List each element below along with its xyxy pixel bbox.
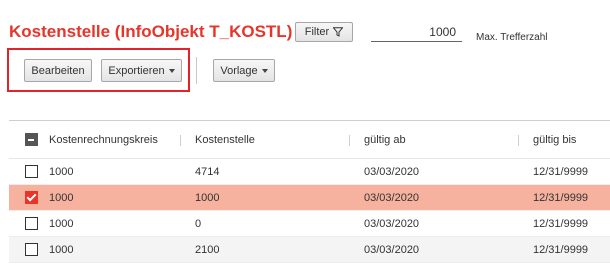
column-header[interactable]: Kostenstelle	[195, 121, 255, 158]
data-table: Kostenrechnungskreis Kostenstelle gültig…	[9, 120, 610, 263]
export-button-label: Exportieren	[108, 64, 165, 77]
toolbar-divider	[196, 57, 197, 84]
column-header[interactable]: gültig bis	[533, 121, 576, 158]
template-dropdown-button[interactable]: Vorlage	[213, 59, 275, 82]
table-cell: 12/31/9999	[533, 217, 589, 230]
edit-button-label: Bearbeiten	[31, 64, 85, 77]
table-cell: 03/03/2020	[364, 243, 420, 256]
table-cell: 1000	[49, 217, 74, 230]
table-cell: 1000	[49, 243, 74, 256]
export-dropdown-button[interactable]: Exportieren	[101, 59, 182, 82]
row-checkbox[interactable]	[25, 191, 38, 204]
template-button-label: Vorlage	[220, 64, 258, 77]
column-separator[interactable]	[180, 135, 181, 146]
table-row[interactable]: 1000 0 03/03/2020 12/31/9999	[9, 211, 610, 237]
page-title: Kostenstelle (InfoObjekt T_KOSTL)	[9, 22, 293, 41]
table-header: Kostenrechnungskreis Kostenstelle gültig…	[9, 120, 610, 159]
table-cell: 1000	[49, 165, 74, 178]
chevron-down-icon	[168, 69, 175, 73]
table-row[interactable]: 1000 1000 03/03/2020 12/31/9999	[9, 185, 610, 211]
column-header[interactable]: Kostenrechnungskreis	[49, 121, 158, 158]
row-checkbox[interactable]	[25, 217, 38, 230]
table-cell: 03/03/2020	[364, 217, 420, 230]
table-cell: 1000	[49, 191, 74, 204]
row-checkbox[interactable]	[25, 165, 38, 178]
table-row[interactable]: 1000 2100 03/03/2020 12/31/9999	[9, 237, 610, 263]
table-cell: 0	[195, 217, 202, 230]
table-cell: 1000	[195, 191, 220, 204]
max-hits-input[interactable]	[371, 22, 462, 42]
table-cell: 12/31/9999	[533, 165, 589, 178]
table-cell: 12/31/9999	[533, 191, 589, 204]
table-cell: 2100	[195, 243, 220, 256]
funnel-icon	[333, 27, 344, 37]
table-cell: 12/31/9999	[533, 243, 589, 256]
table-cell: 03/03/2020	[364, 191, 420, 204]
row-checkbox[interactable]	[25, 243, 38, 256]
column-header[interactable]: gültig ab	[364, 121, 406, 158]
table-row[interactable]: 1000 4714 03/03/2020 12/31/9999	[9, 159, 610, 185]
select-all-checkbox[interactable]	[25, 133, 38, 146]
max-hits-label: Max. Trefferzahl	[476, 32, 548, 43]
column-separator[interactable]	[349, 135, 350, 146]
filter-button-label: Filter	[304, 26, 330, 38]
table-cell: 03/03/2020	[364, 165, 420, 178]
filter-button[interactable]: Filter	[295, 22, 353, 42]
chevron-down-icon	[261, 69, 268, 73]
edit-button[interactable]: Bearbeiten	[24, 59, 92, 82]
table-cell: 4714	[195, 165, 220, 178]
column-separator[interactable]	[518, 135, 519, 146]
